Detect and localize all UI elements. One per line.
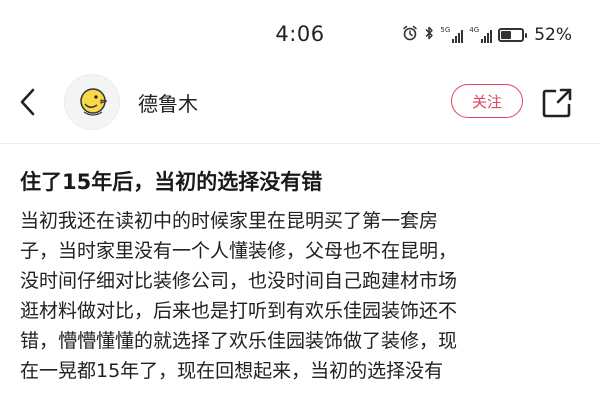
battery-percent: 52% [534, 25, 572, 45]
battery-icon [498, 28, 528, 42]
share-button[interactable] [538, 84, 576, 122]
status-icons: 5G 4G 52% [402, 24, 572, 46]
battery-fill [501, 31, 512, 39]
back-arrow-icon [20, 88, 35, 116]
article-title: 住了15年后，当初的选择没有错 [20, 170, 323, 194]
signal-5g-label: 5G [440, 26, 451, 34]
article-header: 德鲁木 关注 [0, 70, 600, 134]
screen: 4:06 5G 4G 52% 德鲁木 关注 住了15年后，当初的选择没有错 当初… [0, 0, 600, 400]
signal-4g-icon: 4G [469, 26, 493, 43]
article-paragraph-line: 没时间仔细对比装修公司，也没时间自己跑建材市场 [20, 270, 458, 292]
signal-4g-label: 4G [469, 26, 480, 34]
article-body: 当初我还在读初中的时候家里在昆明买了第一套房 子，当时家里没有一个人懂装修，父母… [20, 206, 580, 386]
article-paragraph-line: 错，懵懵懂懂的就选择了欢乐佳园装饰做了装修，现 [20, 330, 458, 352]
author-name[interactable]: 德鲁木 [138, 88, 198, 117]
alarm-icon [402, 25, 418, 45]
article-paragraph-line: 在一晃都15年了，现在回想起来，当初的选择没有 [20, 360, 444, 382]
signal-5g-icon: 5G [440, 26, 464, 43]
back-button[interactable] [10, 84, 46, 120]
article-paragraph-line: 逛材料做对比，后来也是打听到有欢乐佳园装饰还不 [20, 300, 458, 322]
duck-logo-icon [80, 88, 108, 116]
header-divider [0, 143, 600, 144]
article-paragraph-line: 当初我还在读初中的时候家里在昆明买了第一套房 [20, 210, 439, 232]
article-paragraph-line: 子，当时家里没有一个人懂装修，父母也不在昆明， [20, 240, 458, 262]
follow-button[interactable]: 关注 [451, 84, 523, 118]
status-bar: 4:06 5G 4G 52% [0, 0, 600, 70]
bluetooth-icon [424, 25, 434, 45]
author-avatar[interactable] [64, 74, 120, 130]
share-icon [542, 88, 572, 118]
